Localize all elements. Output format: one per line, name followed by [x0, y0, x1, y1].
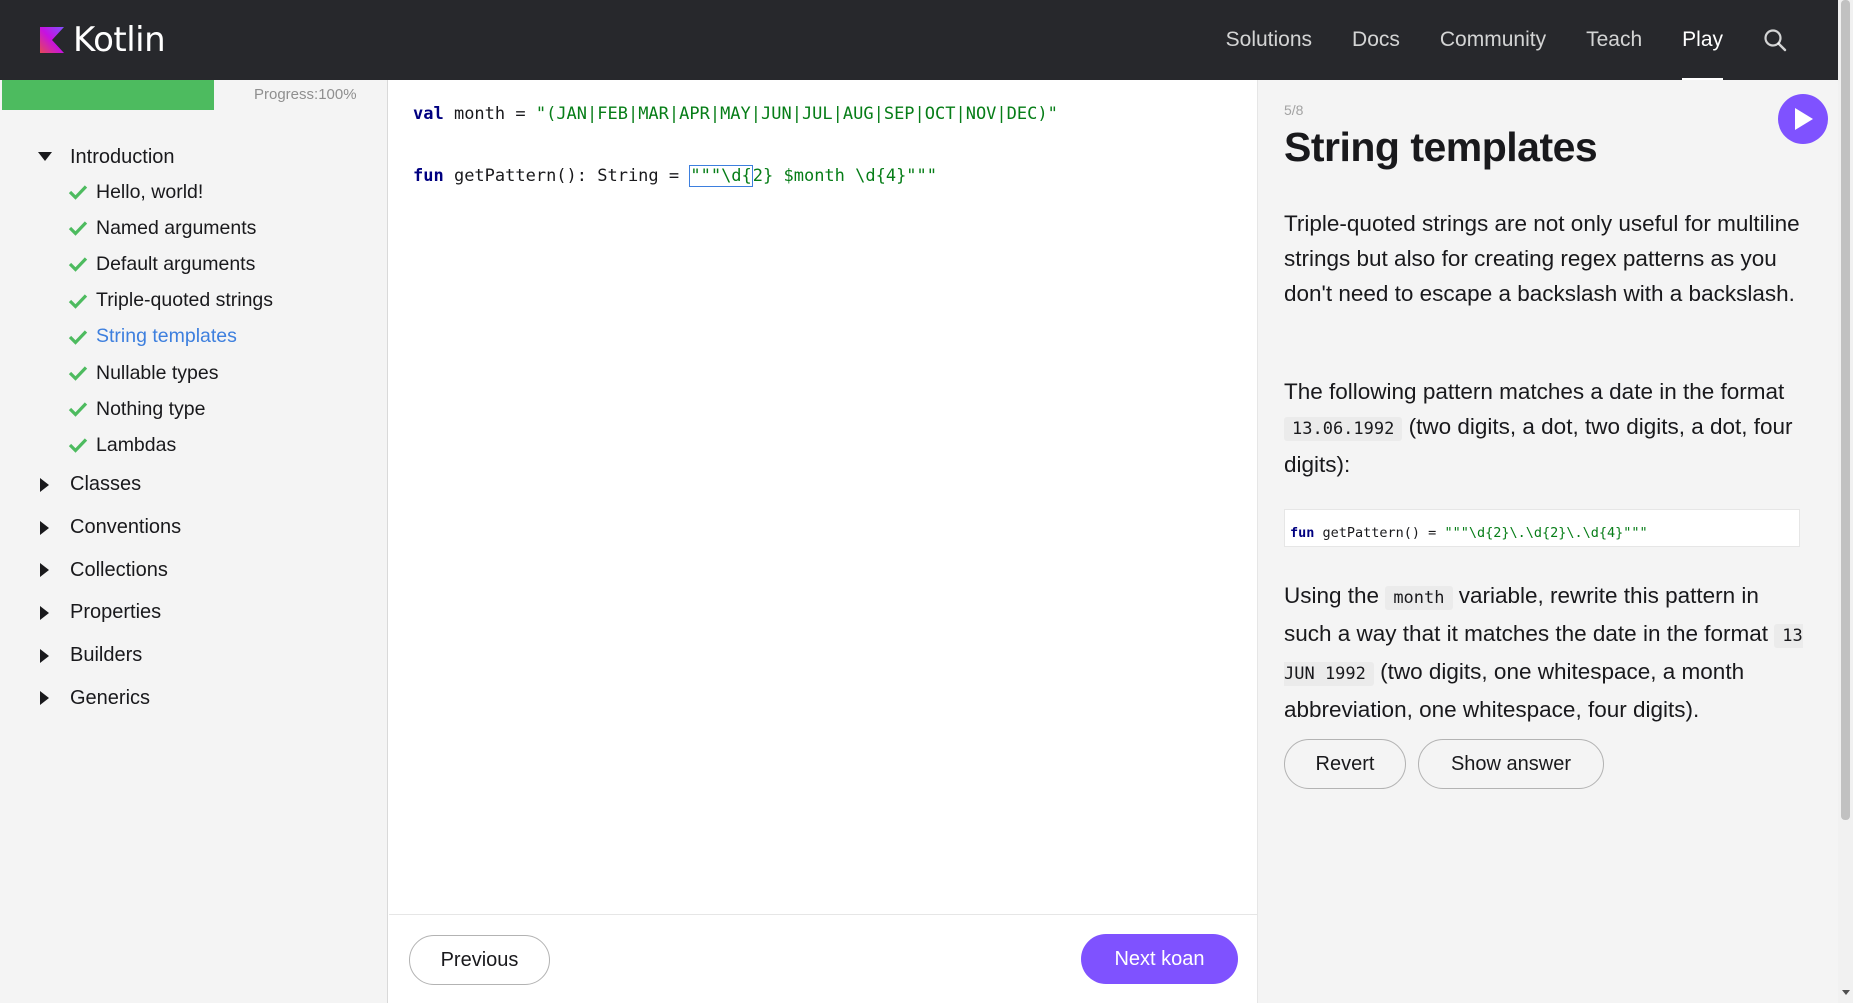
section-classes[interactable]: Classes [0, 464, 388, 507]
code-line-2[interactable]: fun getPattern(): String = """\d{2} $mon… [413, 165, 938, 187]
keyword: fun [413, 166, 444, 186]
caret-right-icon [38, 520, 52, 535]
section-label: Introduction [70, 145, 175, 168]
code-snippet: fun getPattern() = """\d{2}\.\d{2}\.\d{4… [1284, 509, 1800, 547]
check-icon [68, 438, 88, 454]
koan-named-arguments[interactable]: Named arguments [0, 210, 388, 246]
main-nav: Solutions Docs Community Teach Play [1206, 0, 1853, 80]
nav-solutions[interactable]: Solutions [1206, 0, 1332, 80]
caret-right-icon [38, 648, 52, 663]
keyword: val [413, 104, 444, 124]
search-button[interactable] [1743, 0, 1807, 80]
string-literal: 2} $month \d{4}""" [752, 166, 938, 186]
section-label: Generics [70, 686, 151, 709]
run-button[interactable] [1778, 94, 1828, 144]
step-counter: 5/8 [1284, 102, 1304, 118]
task-paragraph-2: The following pattern matches a date in … [1284, 374, 1804, 482]
text: The following pattern matches a date in … [1284, 379, 1785, 404]
koans-sidebar: Progress:100% Introduction Hello, world!… [0, 80, 388, 1003]
koan-triple-quoted-strings[interactable]: Triple-quoted strings [0, 283, 388, 319]
string-literal: """\d{2}\.\d{2}\.\d{4}""" [1444, 525, 1648, 541]
page-scrollbar[interactable] [1838, 0, 1853, 1003]
section-label: Classes [70, 473, 142, 496]
section-collections[interactable]: Collections [0, 549, 388, 592]
kotlin-logo-icon [40, 27, 64, 53]
caret-right-icon [38, 477, 52, 492]
section-label: Collections [70, 558, 168, 581]
koan-string-templates[interactable]: String templates [0, 319, 388, 355]
task-paragraph-3: Using the month variable, rewrite this p… [1284, 578, 1804, 727]
caret-right-icon [38, 563, 52, 578]
koan-label: Nullable types [96, 361, 219, 384]
play-icon [1795, 108, 1813, 130]
progress-label: Progress:100% [254, 86, 357, 103]
koan-label: String templates [96, 325, 237, 348]
next-koan-button[interactable]: Next koan [1081, 934, 1238, 984]
task-title: String templates [1284, 124, 1598, 170]
code-line-1[interactable]: val month = "(JAN|FEB|MAR|APR|MAY|JUN|JU… [413, 104, 1058, 124]
previous-button[interactable]: Previous [409, 935, 550, 985]
task-paragraph-1: Triple-quoted strings are not only usefu… [1284, 211, 1800, 306]
section-label: Conventions [70, 516, 182, 539]
scrollbar-thumb[interactable] [1841, 0, 1850, 820]
text: Using the [1284, 583, 1386, 608]
section-introduction[interactable]: Introduction [0, 140, 388, 174]
koan-label: Nothing type [96, 397, 206, 420]
caret-right-icon [38, 605, 52, 620]
koan-default-arguments[interactable]: Default arguments [0, 246, 388, 282]
koan-label: Lambdas [96, 433, 177, 456]
code-text: month = [443, 104, 536, 124]
check-icon [68, 294, 88, 309]
koan-nothing-type[interactable]: Nothing type [0, 391, 388, 427]
section-properties[interactable]: Properties [0, 592, 388, 635]
koan-hello-world[interactable]: Hello, world! [0, 174, 388, 210]
koan-lambdas[interactable]: Lambdas [0, 427, 388, 463]
check-icon [68, 402, 88, 418]
koan-label: Named arguments [96, 216, 257, 239]
section-conventions[interactable]: Conventions [0, 506, 388, 549]
logo-text: Kotlin [73, 20, 166, 60]
check-icon [68, 257, 88, 273]
progress-bar-fill [2, 80, 214, 110]
top-navigation-bar: Kotlin Solutions Docs Community Teach Pl… [0, 0, 1853, 80]
show-answer-button[interactable]: Show answer [1418, 739, 1604, 789]
inline-code: 13.06.1992 [1284, 417, 1403, 441]
check-icon [68, 185, 88, 200]
caret-right-icon [38, 691, 52, 706]
revert-button[interactable]: Revert [1284, 739, 1406, 789]
section-generics[interactable]: Generics [0, 677, 388, 720]
kotlin-logo[interactable]: Kotlin [40, 20, 166, 60]
inline-code: month [1385, 586, 1453, 610]
nav-play[interactable]: Play [1662, 0, 1743, 80]
section-builders[interactable]: Builders [0, 634, 388, 677]
koan-label: Hello, world! [96, 180, 204, 203]
keyword: fun [1290, 525, 1315, 541]
koan-nullable-types[interactable]: Nullable types [0, 355, 388, 391]
check-icon [68, 330, 88, 345]
code-text: getPattern() = [1314, 525, 1445, 541]
code-editor[interactable]: val month = "(JAN|FEB|MAR|APR|MAY|JUN|JU… [389, 80, 1257, 914]
nav-teach[interactable]: Teach [1566, 0, 1662, 80]
string-literal: "(JAN|FEB|MAR|APR|MAY|JUN|JUL|AUG|SEP|OC… [535, 104, 1058, 124]
nav-community[interactable]: Community [1420, 0, 1566, 80]
koans-tree: Introduction Hello, world! Named argumen… [0, 140, 388, 720]
nav-docs[interactable]: Docs [1332, 0, 1420, 80]
section-label: Properties [70, 601, 162, 624]
koan-label: Default arguments [96, 252, 256, 275]
editor-footer: Previous Next koan [389, 914, 1257, 1003]
scroll-down-arrow-icon[interactable] [1838, 987, 1853, 999]
caret-down-icon [38, 150, 52, 164]
task-panel: 5/8 String templates Triple-quoted strin… [1257, 80, 1853, 1003]
check-icon [68, 221, 88, 237]
progress-bar: Progress:100% [0, 80, 388, 110]
section-label: Builders [70, 644, 143, 667]
koan-label: Triple-quoted strings [96, 289, 274, 312]
code-text: getPattern(): String = [443, 166, 690, 186]
check-icon [68, 366, 88, 381]
selected-text: """\d{ [689, 165, 753, 187]
search-icon [1764, 29, 1787, 52]
